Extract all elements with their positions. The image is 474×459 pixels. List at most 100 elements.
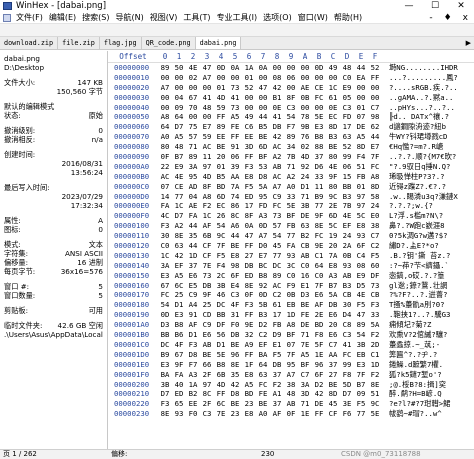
hex-byte[interactable]: 54	[354, 330, 368, 340]
hex-byte[interactable]: 54	[214, 221, 228, 231]
hex-byte[interactable]: 61	[326, 93, 340, 103]
hex-byte[interactable]: 0B	[284, 290, 298, 300]
hex-byte[interactable]: 97	[354, 192, 368, 202]
hex-byte[interactable]: A3	[256, 211, 270, 221]
hex-byte[interactable]: 76	[298, 132, 312, 142]
hex-byte[interactable]: E8	[354, 221, 368, 231]
hex-byte[interactable]: 00	[270, 63, 284, 73]
hex-byte[interactable]: 7E	[298, 340, 312, 350]
hex-byte[interactable]: 02	[186, 73, 200, 83]
hex-byte[interactable]: 7A	[228, 182, 242, 192]
hex-byte[interactable]: 00	[312, 73, 326, 83]
hex-byte[interactable]: 00	[200, 112, 214, 122]
hex-byte[interactable]: 0F	[158, 152, 172, 162]
hex-byte[interactable]: E4	[228, 281, 242, 291]
hex-byte[interactable]: 44	[186, 221, 200, 231]
hex-byte[interactable]: DC	[158, 340, 172, 350]
hex-byte[interactable]: 8E	[242, 281, 256, 291]
hex-byte[interactable]: 0F	[284, 409, 298, 419]
hex-byte[interactable]: 67	[172, 350, 186, 360]
hex-byte[interactable]: 00	[158, 73, 172, 83]
hex-byte[interactable]: 0B	[340, 251, 354, 261]
hex-byte[interactable]: 63	[256, 370, 270, 380]
hex-byte[interactable]: 70	[186, 103, 200, 113]
hex-byte[interactable]: 23	[242, 399, 256, 409]
text-column[interactable]: ..pHYs...?..?..	[382, 103, 474, 113]
hex-byte[interactable]: 54	[284, 112, 298, 122]
hex-byte[interactable]: 2E	[326, 201, 340, 211]
hex-byte[interactable]: A5	[172, 132, 186, 142]
hex-byte[interactable]: 0A	[228, 63, 242, 73]
hex-byte[interactable]: 00	[326, 73, 340, 83]
hex-byte[interactable]: A5	[228, 112, 242, 122]
hex-row[interactable]: 00000030 00 04 67 41 4D 41 00 00 B1 8F 0B FC 61 05 00 00…	[108, 93, 474, 103]
hex-byte[interactable]: FF	[228, 132, 242, 142]
hex-byte[interactable]: E0	[368, 211, 382, 221]
hex-byte[interactable]: 58	[368, 192, 382, 202]
hex-byte[interactable]: 47	[354, 310, 368, 320]
hex-byte[interactable]: 3D	[298, 389, 312, 399]
hex-byte[interactable]: 42	[228, 380, 242, 390]
doc-restore-button[interactable]: ♦	[444, 12, 452, 24]
hex-byte[interactable]: AB	[298, 251, 312, 261]
hex-byte[interactable]: 25	[172, 290, 186, 300]
hex-byte[interactable]: F2	[270, 380, 284, 390]
hex-byte[interactable]: 34	[284, 142, 298, 152]
hex-byte[interactable]: 57	[186, 132, 200, 142]
hex-byte[interactable]: 64	[256, 360, 270, 370]
hex-row[interactable]: 00000060 64 D7 75 E7 89 FE C6 B5 DB F7 9B E3 8D 17 DE 62…	[108, 122, 474, 132]
hex-byte[interactable]: 08	[270, 73, 284, 83]
hex-byte[interactable]: D7	[340, 389, 354, 399]
hex-byte[interactable]: 42	[270, 132, 284, 142]
text-column[interactable]: 塒NG........IHDR	[382, 63, 474, 73]
hex-byte[interactable]: 4F	[172, 340, 186, 350]
hex-byte[interactable]: 00	[256, 103, 270, 113]
hex-byte[interactable]: DF	[368, 271, 382, 281]
hex-byte[interactable]: 6F	[228, 271, 242, 281]
hex-byte[interactable]: CB	[368, 290, 382, 300]
text-column[interactable]: .B.?钥'鐁 苔z.?	[382, 251, 474, 261]
hex-byte[interactable]: B1	[270, 93, 284, 103]
hex-byte[interactable]: 33	[368, 310, 382, 320]
hex-byte[interactable]: A6	[228, 221, 242, 231]
hex-row[interactable]: 000001D0 B9 67 D8 BE 5E 96 FF BA F5 7F A5 1E AA FC EB C1…	[108, 350, 474, 360]
hex-byte[interactable]: 73	[270, 211, 284, 221]
hex-byte[interactable]: B8	[256, 271, 270, 281]
hex-row[interactable]: 000000D0 14 77 04 A8 6D 74 ED 95 C9 33 71 B9 9C B3 97 58…	[108, 192, 474, 202]
hex-byte[interactable]: 8F	[284, 93, 298, 103]
hex-byte[interactable]: FA	[158, 201, 172, 211]
hex-byte[interactable]: AF	[270, 409, 284, 419]
hex-byte[interactable]: 99	[340, 360, 354, 370]
hex-byte[interactable]: 64	[158, 122, 172, 132]
hex-byte[interactable]: F5	[354, 399, 368, 409]
hex-byte[interactable]: 00	[298, 103, 312, 113]
hex-byte[interactable]: 00	[368, 93, 382, 103]
hex-byte[interactable]: 33	[284, 192, 298, 202]
doc-close-button[interactable]: x	[463, 12, 468, 24]
hex-byte[interactable]: 00	[298, 73, 312, 83]
hex-byte[interactable]: F3	[242, 162, 256, 172]
hex-byte[interactable]: 9C	[214, 231, 228, 241]
text-column[interactable]: ..?.?.顺?{M7€欥?	[382, 152, 474, 162]
hex-byte[interactable]: 24	[340, 231, 354, 241]
hex-byte[interactable]: 9C	[326, 192, 340, 202]
hex-byte[interactable]: 8F	[200, 182, 214, 192]
hex-byte[interactable]: F2	[368, 370, 382, 380]
hex-byte[interactable]: FA	[284, 241, 298, 251]
hex-byte[interactable]: 9E	[242, 320, 256, 330]
hex-byte[interactable]: EE	[214, 132, 228, 142]
hex-byte[interactable]: E7	[200, 122, 214, 132]
hex-byte[interactable]: EA	[354, 73, 368, 83]
hex-row[interactable]: 00000130 1C 42 1D CF F5 E8 27 E7 77 93 AB C1 7A 0B C4 F5…	[108, 251, 474, 261]
hex-byte[interactable]: 40	[172, 380, 186, 390]
hex-byte[interactable]: 24	[298, 172, 312, 182]
hex-byte[interactable]: 26	[214, 211, 228, 221]
hex-byte[interactable]: A8	[158, 112, 172, 122]
hex-byte[interactable]: 51	[368, 389, 382, 399]
hex-byte[interactable]: 00	[186, 112, 200, 122]
hex-byte[interactable]: 63	[340, 132, 354, 142]
hex-byte[interactable]: A5	[354, 132, 368, 142]
hex-byte[interactable]: E9	[172, 162, 186, 172]
hex-byte[interactable]: B8	[214, 360, 228, 370]
hex-byte[interactable]: 57	[270, 221, 284, 231]
